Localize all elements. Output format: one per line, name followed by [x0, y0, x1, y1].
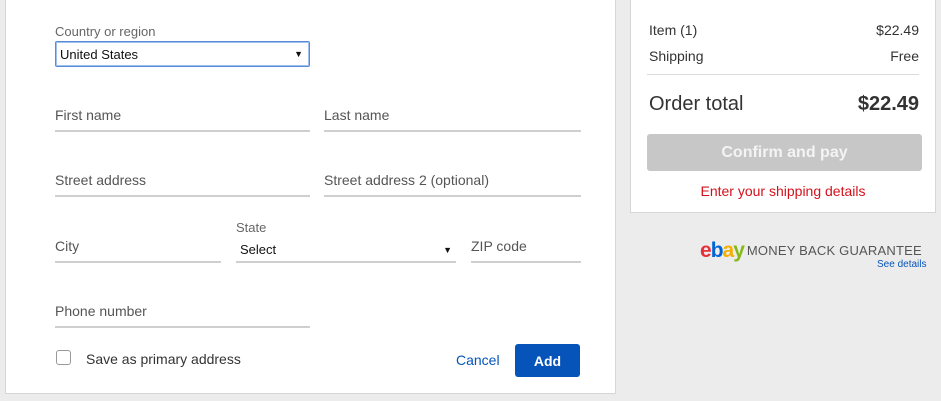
primary-address-label: Save as primary address: [86, 351, 241, 367]
shipping-value: Free: [890, 48, 919, 64]
state-value: Select: [240, 242, 277, 257]
order-total-value: $22.49: [857, 93, 919, 115]
chevron-down-icon: ▼: [294, 49, 303, 59]
shipping-warning: Enter your shipping details: [700, 183, 866, 199]
money-back-guarantee: ebay MONEY BACK GUARANTEE: [700, 240, 922, 261]
order-total-label: Order total: [649, 93, 744, 115]
cancel-button[interactable]: Cancel: [456, 352, 500, 368]
add-button[interactable]: Add: [515, 344, 580, 377]
country-label: Country or region: [55, 24, 156, 39]
item-price: $22.49: [876, 22, 919, 38]
order-summary-card: Item (1) $22.49 Shipping Free Order tota…: [630, 0, 936, 213]
zip-code-field[interactable]: ZIP code: [471, 230, 581, 263]
country-select[interactable]: United States ▼: [55, 41, 310, 67]
street-address-field[interactable]: Street address: [55, 165, 310, 197]
street-address-placeholder: Street address: [55, 172, 147, 188]
city-field[interactable]: City: [55, 230, 221, 263]
confirm-and-pay-button[interactable]: Confirm and pay: [647, 134, 922, 171]
phone-number-placeholder: Phone number: [55, 303, 147, 319]
state-select[interactable]: Select ▼: [236, 238, 456, 263]
phone-number-field[interactable]: Phone number: [55, 296, 310, 328]
guarantee-text: MONEY BACK GUARANTEE: [746, 243, 922, 258]
chevron-down-icon: ▼: [443, 244, 452, 255]
primary-address-checkbox[interactable]: [56, 350, 71, 365]
shipping-label: Shipping: [649, 48, 704, 64]
street-address-2-placeholder: Street address 2 (optional): [324, 172, 489, 188]
shipping-row: Shipping Free: [649, 48, 919, 64]
address-form-card: Country or region United States ▼ First …: [5, 0, 616, 394]
city-placeholder: City: [55, 238, 80, 254]
first-name-field[interactable]: First name: [55, 100, 310, 132]
ebay-logo-letter-e: e: [700, 239, 712, 262]
see-details-link[interactable]: See details: [877, 259, 926, 270]
state-label: State: [236, 220, 267, 235]
country-value: United States: [60, 46, 139, 62]
zip-code-placeholder: ZIP code: [471, 238, 527, 254]
street-address-2-field[interactable]: Street address 2 (optional): [324, 165, 581, 197]
item-label: Item (1): [649, 22, 698, 38]
order-total-row: Order total $22.49: [649, 93, 919, 116]
last-name-placeholder: Last name: [324, 107, 390, 123]
summary-divider: [647, 74, 919, 75]
ebay-logo: ebay: [700, 239, 745, 262]
last-name-field[interactable]: Last name: [324, 100, 581, 132]
ebay-logo-letter-a: a: [722, 239, 735, 262]
item-row: Item (1) $22.49: [649, 22, 919, 38]
ebay-logo-letter-y: y: [733, 239, 745, 262]
first-name-placeholder: First name: [55, 107, 122, 123]
ebay-logo-letter-b: b: [710, 239, 724, 262]
